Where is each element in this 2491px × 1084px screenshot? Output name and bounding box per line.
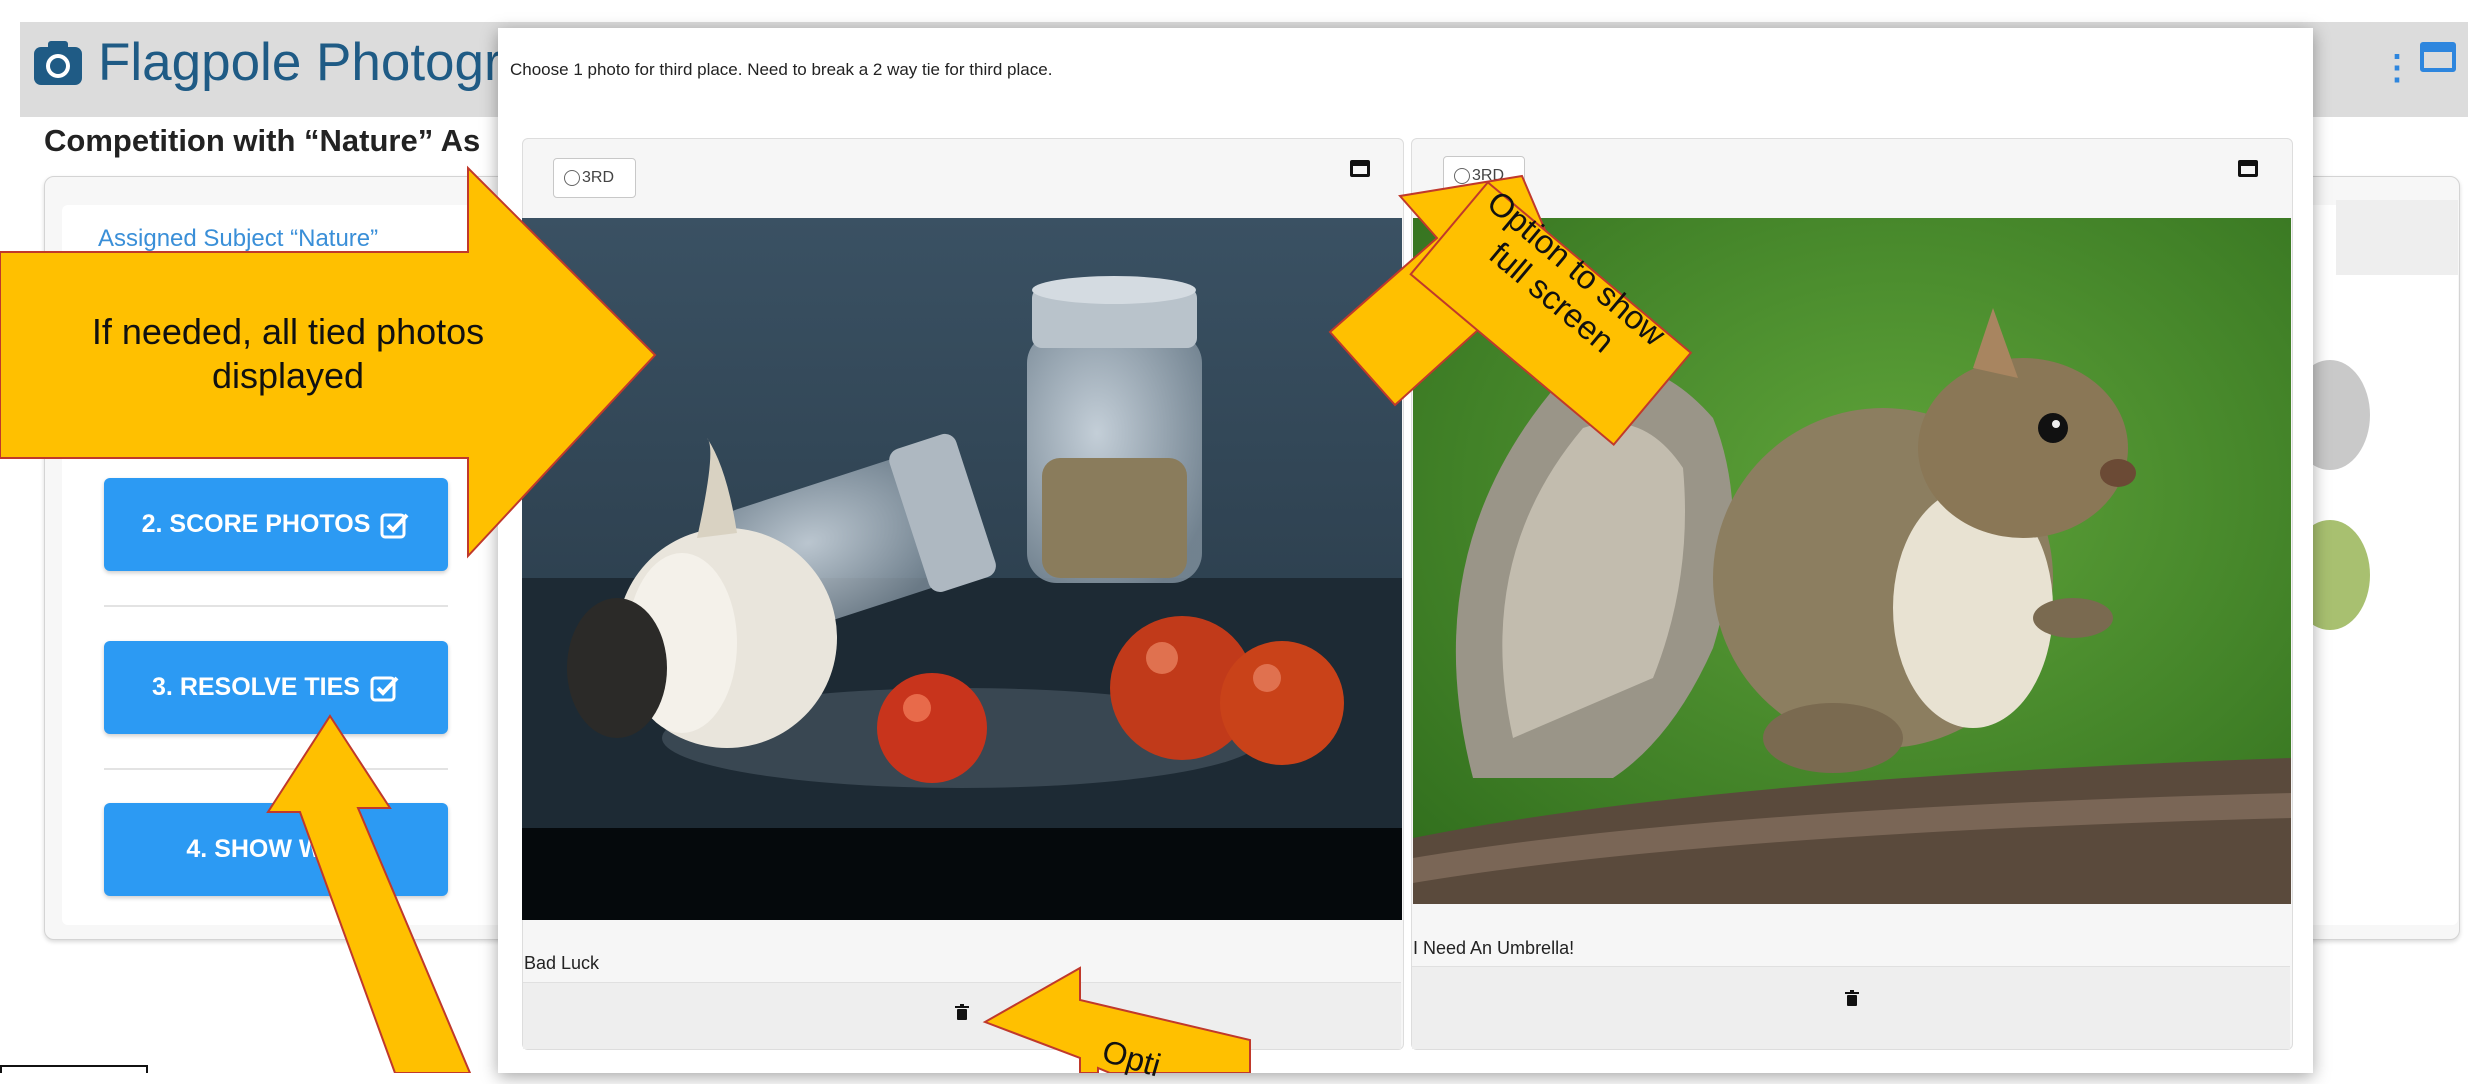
fullscreen-icon[interactable] [1350,160,1370,177]
photo-caption-2: I Need An Umbrella! [1413,938,1575,958]
show-winners-button[interactable]: 4. SHOW WINN [104,803,448,896]
place-label: 3RD [582,169,615,186]
photo-card-footer [1412,966,2290,1049]
photo-umbrella [1413,218,2291,904]
card-header-strip [2336,200,2458,275]
window-icon[interactable] [2420,42,2456,72]
squirrel-image [1413,218,2291,904]
annotation-line: displayed [211,355,365,396]
annotation-box-edge [0,1065,148,1073]
photo-bad-luck [522,218,1402,920]
still-life-image [522,218,1402,920]
app-title: Flagpole Photogra [98,33,532,92]
trash-icon[interactable] [1845,990,1859,1006]
photo-caption-1: Bad Luck [524,953,600,973]
show-winners-label: 4. SHOW WINN [186,835,366,863]
score-photos-button[interactable]: 2. SCORE PHOTOS [104,478,448,571]
step-divider [104,605,448,607]
score-photos-label: 2. SCORE PHOTOS [141,510,371,538]
app-root: Flagpole Photogra ⋮ Competition with “Na… [0,0,2491,1083]
app-brand[interactable]: Flagpole Photogra [32,32,531,93]
radio-icon [564,170,580,186]
annotation-line: If needed, all tied photos [91,311,485,352]
trash-icon[interactable] [955,1004,969,1020]
camera-icon [34,40,82,85]
kebab-menu-icon[interactable]: ⋮ [2380,48,2414,88]
step-divider [104,768,448,770]
check-square-icon [370,676,399,701]
tied-photos-annotation: If needed, all tied photos displayed [28,310,548,398]
third-place-radio-1[interactable]: 3RD [553,158,636,198]
dialog-instruction: Choose 1 photo for third place. Need to … [510,60,1053,79]
photo-card-header [1411,138,2291,216]
competition-title: Competition with “Nature” As [44,123,481,158]
photo-card-header [522,138,1402,216]
resolve-ties-button[interactable]: 3. RESOLVE TIES [104,641,448,734]
resolve-ties-label: 3. RESOLVE TIES [152,673,360,701]
check-square-icon [380,513,409,538]
assigned-subject-link[interactable]: Assigned Subject “Nature” [98,225,378,253]
radio-icon [1454,168,1470,184]
fullscreen-icon[interactable] [2238,160,2258,177]
